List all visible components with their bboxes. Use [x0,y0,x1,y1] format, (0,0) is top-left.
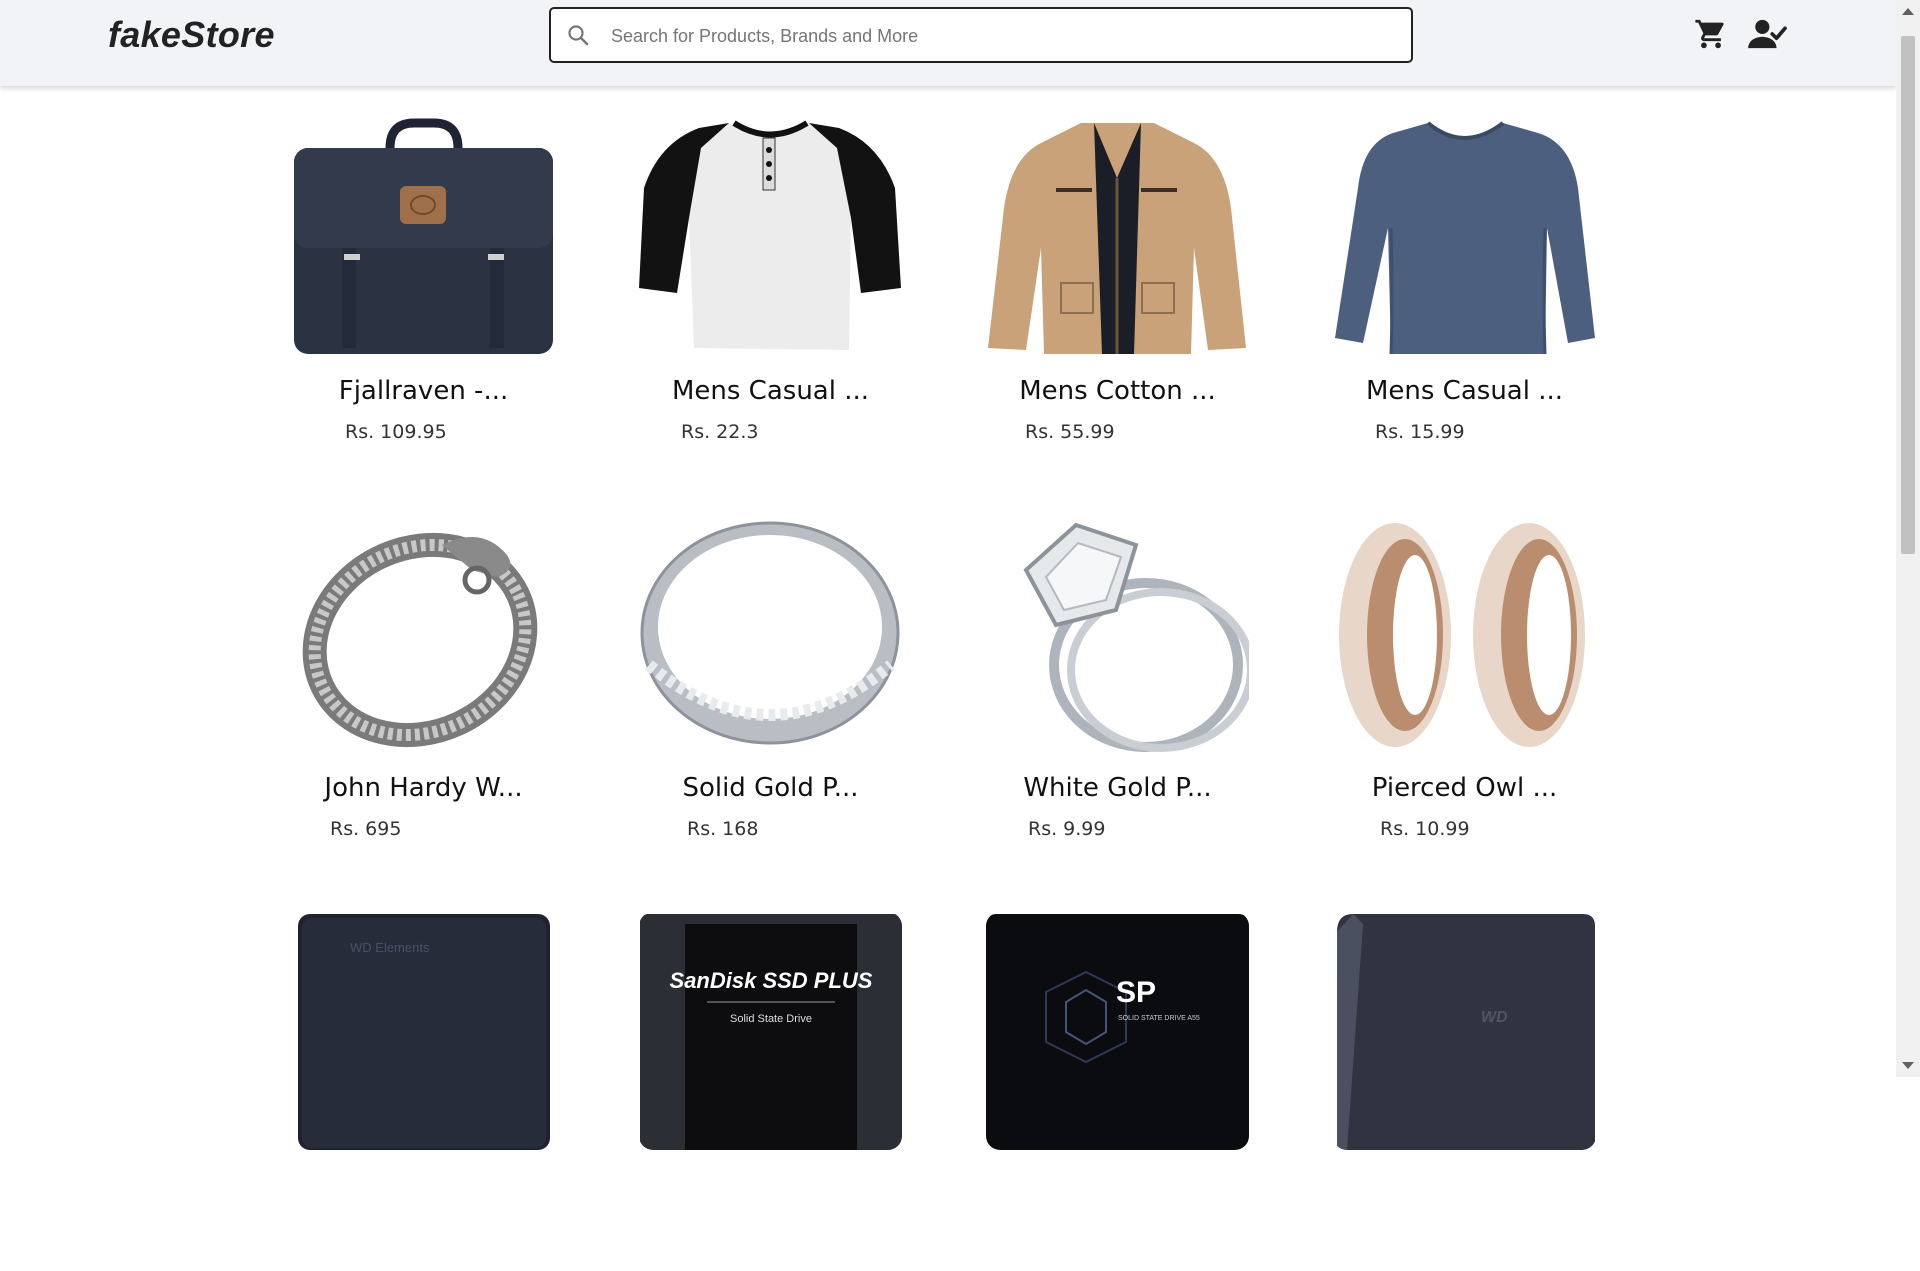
product-card[interactable]: WD Elements [292,912,555,1271]
product-image-wd-drive[interactable]: WD Elements [292,912,555,1150]
sp-sublabel: SOLID STATE DRIVE A55 [1118,1015,1200,1022]
product-image-sp-ssd[interactable]: SP SOLID STATE DRIVE A55 [986,912,1249,1150]
product-title[interactable]: White Gold P... [986,773,1249,803]
product-card[interactable]: Mens Casual ... Rs. 15.99 [1333,118,1596,477]
app-header: fakeStore [0,0,1896,86]
wd-drive-label: WD Elements [350,940,430,955]
product-image-sandisk[interactable]: SanDisk SSD PLUS Solid State Drive [639,912,902,1150]
scroll-down-icon[interactable] [1902,1062,1914,1069]
product-card[interactable]: SP SOLID STATE DRIVE A55 [986,912,1249,1271]
jacket-image [988,123,1246,354]
sp-ssd-image: SP SOLID STATE DRIVE A55 [986,914,1249,1150]
product-grid: Fjallraven -... Rs. 109.95 Mens Casual .… [292,118,1604,1271]
scroll-thumb[interactable] [1901,36,1915,554]
product-card[interactable]: Solid Gold P... Rs. 168 [639,515,902,874]
product-price: Rs. 109.95 [345,421,447,443]
product-image-jacket[interactable] [986,118,1249,356]
product-card[interactable]: Fjallraven -... Rs. 109.95 [292,118,555,477]
product-title[interactable]: Mens Cotton ... [986,376,1249,406]
page-scrollbar[interactable] [1896,0,1920,1077]
product-price: Rs. 55.99 [1025,421,1115,443]
product-card[interactable]: Pierced Owl ... Rs. 10.99 [1333,515,1596,874]
scroll-up-icon[interactable] [1902,8,1914,15]
sandisk-sublabel: Solid State Drive [730,1013,812,1025]
product-card[interactable]: Mens Cotton ... Rs. 55.99 [986,118,1249,477]
product-price: Rs. 9.99 [1028,818,1106,840]
plugs-image [1339,523,1585,747]
product-card[interactable]: SanDisk SSD PLUS Solid State Drive [639,912,902,1271]
product-title[interactable]: Solid Gold P... [639,773,902,803]
ring-image [640,521,900,745]
search-icon[interactable] [566,23,590,47]
sandisk-image: SanDisk SSD PLUS Solid State Drive [640,914,902,1150]
search-bar[interactable] [549,7,1413,63]
product-price: Rs. 10.99 [1380,818,1470,840]
diamond-ring-image [1023,522,1249,752]
wd-drive-image: WD Elements [298,914,550,1150]
product-price: Rs. 168 [687,818,759,840]
product-image-longsleeve[interactable] [1333,118,1596,356]
product-image-tshirt[interactable] [639,118,902,356]
product-price: Rs. 695 [330,818,402,840]
product-card[interactable]: John Hardy W... Rs. 695 [292,515,555,874]
product-image-ring[interactable] [639,515,902,753]
search-input[interactable] [609,17,1393,55]
sp-logo: SP [1116,976,1156,1009]
sandisk-label: SanDisk SSD PLUS [670,968,873,993]
product-title[interactable]: Fjallraven -... [292,376,555,406]
product-image-backpack[interactable] [292,118,555,356]
product-card[interactable]: WD [1333,912,1596,1271]
product-image-wd-gaming[interactable]: WD [1333,912,1596,1150]
product-title[interactable]: Mens Casual ... [1333,376,1596,406]
product-image-plugs[interactable] [1333,515,1596,753]
user-check-icon[interactable] [1748,17,1788,51]
longsleeve-image [1335,121,1595,355]
cart-icon[interactable] [1694,17,1728,51]
backpack-image [294,118,553,354]
bracelet-image [302,532,538,748]
product-title[interactable]: John Hardy W... [292,773,555,803]
product-title[interactable]: Mens Casual ... [639,376,902,406]
product-price: Rs. 22.3 [681,421,759,443]
product-image-bracelet[interactable] [292,515,555,753]
product-image-diamond-ring[interactable] [986,515,1249,753]
tshirt-image [639,120,901,350]
product-card[interactable]: Mens Casual ... Rs. 22.3 [639,118,902,477]
store-logo[interactable]: fakeStore [108,14,275,56]
product-price: Rs. 15.99 [1375,421,1465,443]
product-title[interactable]: Pierced Owl ... [1333,773,1596,803]
wd-gaming-image: WD [1337,914,1595,1150]
product-card[interactable]: White Gold P... Rs. 9.99 [986,515,1249,874]
wd-gaming-logo: WD [1481,1009,1508,1026]
